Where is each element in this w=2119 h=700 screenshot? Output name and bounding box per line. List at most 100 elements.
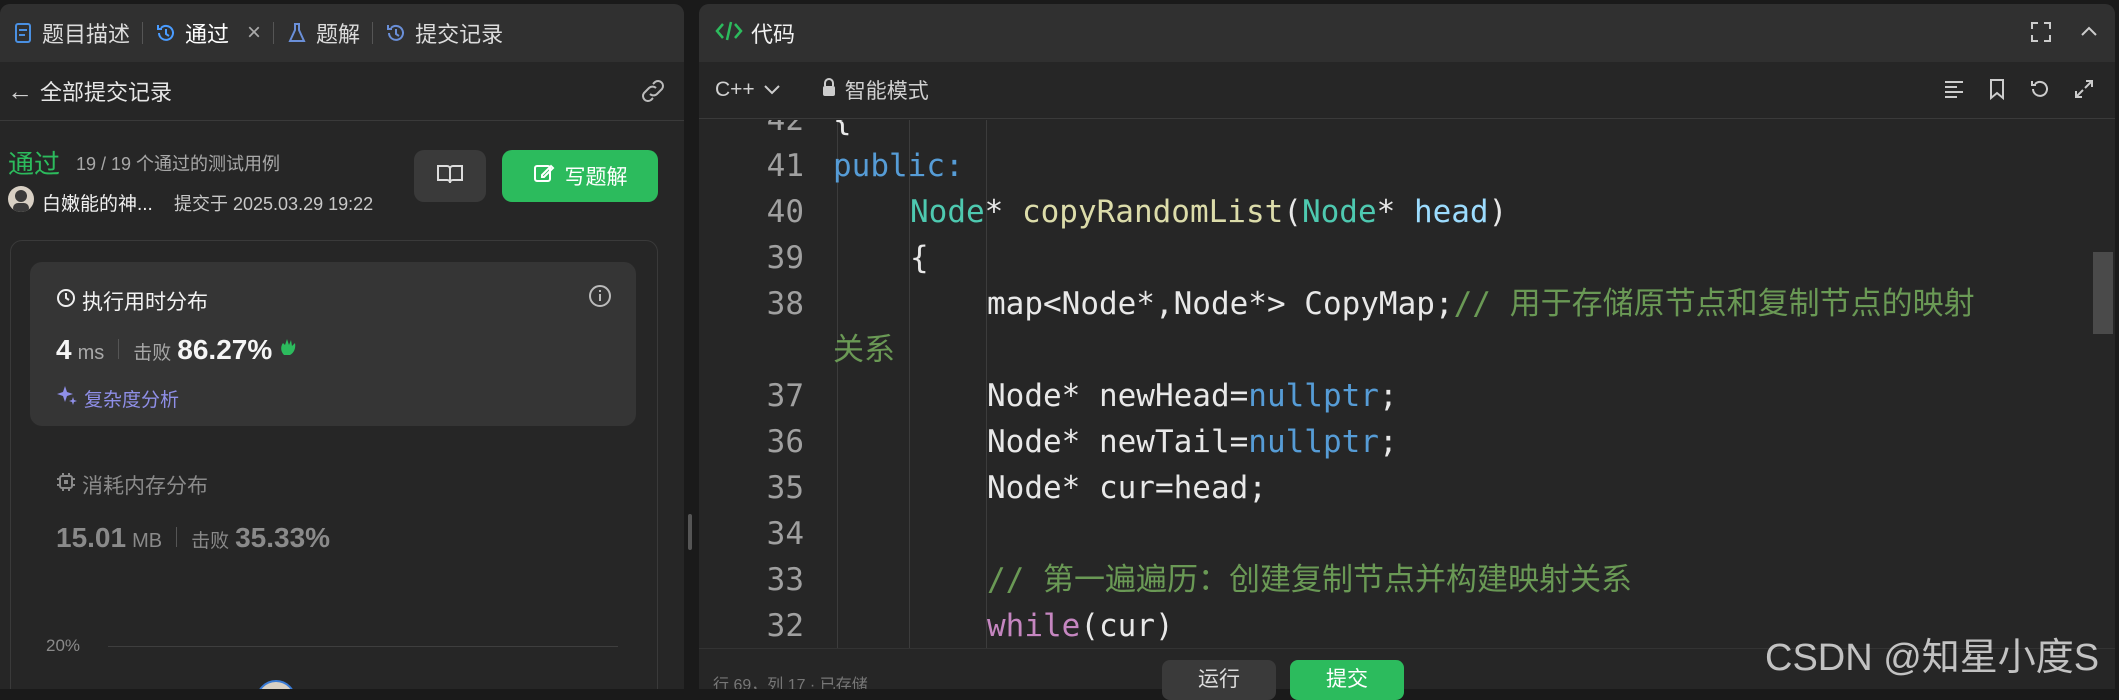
bookmark-icon[interactable] [1987, 78, 2007, 105]
line-number: 34 [766, 516, 804, 552]
submit-button[interactable]: 提交 [1290, 660, 1404, 700]
code-token: ; [1378, 378, 1398, 414]
line-number: 39 [766, 240, 804, 276]
run-button[interactable]: 运行 [1162, 660, 1276, 700]
line-number: 38 [766, 286, 804, 322]
reset-icon[interactable] [2029, 78, 2051, 105]
close-icon[interactable]: × [247, 19, 261, 47]
line-number: 37 [766, 378, 804, 414]
runtime-card[interactable]: 执行用时分布 4 ms 击败 86.27% 复杂度分析 [30, 262, 636, 426]
code-token: { [833, 120, 852, 138]
language-select[interactable]: C++ [715, 78, 781, 102]
expand-icon[interactable] [2073, 78, 2095, 105]
memory-beat-pct: 35.33% [235, 522, 331, 553]
line-number: 36 [766, 424, 804, 460]
code-token: Node [910, 194, 985, 230]
runtime-beat-label: 击败 [133, 343, 172, 364]
code-editor[interactable]: 42{ 41 public: 40 Node* copyRandomList(Node*… [699, 120, 2115, 648]
complexity-analysis-label: 复杂度分析 [84, 389, 180, 411]
code-token: nullptr [1248, 378, 1379, 414]
edit-icon [533, 162, 555, 190]
smart-mode-toggle[interactable]: 智能模式 [821, 75, 929, 105]
notes-button[interactable] [414, 150, 486, 202]
memory-beat-label: 击败 [191, 531, 230, 552]
code-text: while(cur) [987, 603, 1174, 648]
code-text: Node* cur=head; [987, 465, 1267, 511]
code-text: { [910, 235, 929, 281]
code-text: public: [833, 143, 964, 189]
chevron-up-icon[interactable] [2077, 20, 2101, 49]
history-icon [155, 22, 177, 44]
tab-description-label: 题目描述 [42, 22, 131, 47]
tab-submissions[interactable]: 提交记录 [373, 4, 515, 62]
code-token: ) [1488, 194, 1508, 230]
memory-unit: MB [132, 530, 163, 552]
memory-stat: 15.01 MB 击败 35.33% [56, 522, 330, 554]
memory-title[interactable]: 消耗内存分布 [56, 470, 208, 500]
code-token: Node* newTail= [987, 424, 1249, 460]
tab-accepted[interactable]: 通过 × [143, 4, 273, 62]
avatar[interactable] [8, 186, 34, 212]
runtime-title: 执行用时分布 [56, 286, 208, 316]
panel-resize-handle[interactable] [688, 514, 692, 550]
tab-description[interactable]: 题目描述 [0, 4, 142, 62]
line-number: 41 [766, 148, 804, 184]
code-token: nullptr [1248, 424, 1379, 460]
code-text: Node* newHead=nullptr; [987, 373, 1398, 419]
stat-separator [176, 527, 178, 547]
code-token: (cur) [1080, 608, 1174, 644]
code-line: 关系 [699, 327, 2115, 373]
sparkle-icon [56, 384, 78, 412]
runtime-beat-pct: 86.27% [177, 334, 273, 365]
runtime-stat: 4 ms 击败 86.27% [56, 334, 302, 366]
link-icon[interactable] [638, 78, 668, 104]
username[interactable]: 白嫩能的神... [42, 189, 153, 216]
code-text: Node* newTail=nullptr; [987, 419, 1398, 465]
history-icon [385, 22, 407, 44]
submission-status: 通过 [8, 149, 61, 179]
tab-solutions-label: 题解 [316, 22, 361, 47]
chip-icon [56, 472, 76, 498]
code-token: Node* cur=head; [987, 470, 1267, 506]
tab-submissions-label: 提交记录 [415, 22, 504, 47]
memory-title-text: 消耗内存分布 [82, 475, 208, 498]
flask-icon [286, 22, 308, 44]
info-icon[interactable] [588, 284, 612, 313]
chevron-down-icon [763, 78, 781, 102]
code-line: 40 Node* copyRandomList(Node* head) [699, 189, 2115, 235]
code-header-actions [2029, 20, 2101, 49]
tab-solutions[interactable]: 题解 [274, 4, 372, 62]
code-token: public: [833, 148, 964, 184]
code-line: 35 Node* cur=head; [699, 465, 2115, 511]
code-line: 37 Node* newHead=nullptr; [699, 373, 2115, 419]
code-line: 42 { [699, 120, 2115, 143]
submissions-subheader: ← 全部提交记录 [0, 62, 684, 121]
code-token: copyRandomList [1021, 194, 1284, 230]
complexity-analysis-link[interactable]: 复杂度分析 [56, 384, 179, 412]
code-line: 41 public: [699, 143, 2115, 189]
document-icon [12, 22, 34, 44]
code-line: 34 [699, 511, 2115, 557]
back-arrow-icon[interactable]: ← [0, 76, 40, 107]
code-text: // 第一遍遍历：创建复制节点并构建映射关系 [987, 557, 1632, 603]
code-panel: 代码 C++ 智能模式 42 {41 public: 40 Node* cop… [699, 4, 2115, 689]
code-line: 33 // 第一遍遍历：创建复制节点并构建映射关系 [699, 557, 2115, 603]
code-token: 关系 [833, 332, 895, 368]
code-title: 代码 [751, 22, 796, 47]
fullscreen-icon[interactable] [2029, 20, 2053, 49]
code-icon [715, 20, 743, 47]
all-submissions-title: 全部提交记录 [40, 80, 173, 105]
submission-panel: 题目描述 通过 × 题解 提交记录 ← 全部提交记录 通过 19 / 19 个通… [0, 4, 684, 689]
clap-icon [278, 335, 302, 364]
code-token: // 用于存储原节点和复制节点的映射 [1453, 286, 1975, 322]
code-token: Node [1301, 194, 1377, 230]
write-solution-button[interactable]: 写题解 [502, 150, 658, 202]
format-icon[interactable] [1943, 78, 1965, 105]
stat-separator [118, 339, 120, 359]
editor-scrollbar[interactable] [2093, 252, 2113, 334]
editor-actions [1943, 78, 2095, 105]
chart-y-tick: 20% [46, 636, 81, 655]
book-icon [436, 163, 464, 190]
code-token: ( [1283, 194, 1302, 230]
code-token: ; [1378, 424, 1398, 460]
